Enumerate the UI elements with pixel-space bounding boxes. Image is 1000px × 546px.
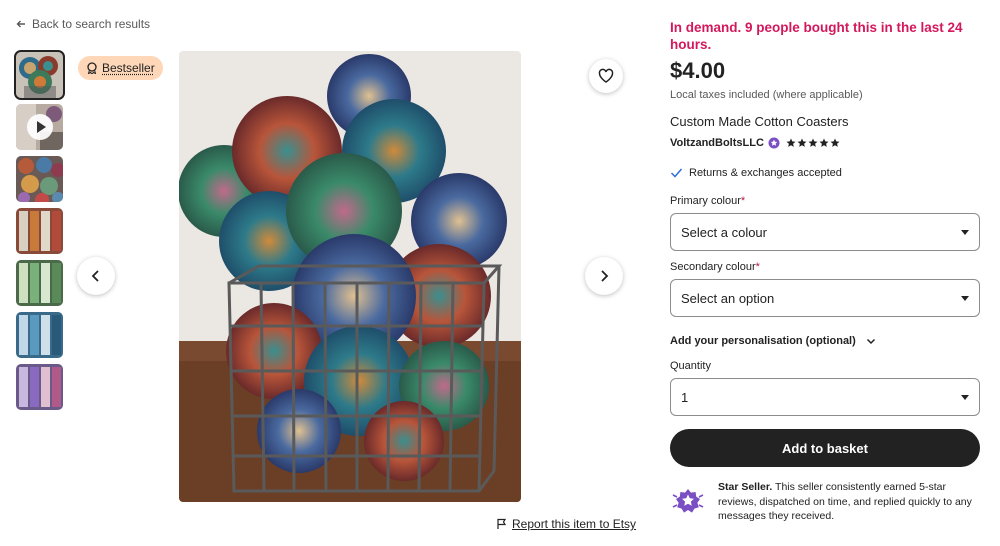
quantity-select[interactable]: 1	[670, 378, 980, 416]
secondary-colour-label-text: Secondary colour	[670, 261, 756, 273]
star-seller-description: Star Seller. This seller consistently ea…	[718, 480, 980, 524]
award-icon	[87, 62, 97, 74]
main-product-image[interactable]	[179, 51, 521, 502]
arrow-left-icon	[16, 20, 25, 28]
required-mark: *	[740, 195, 746, 207]
next-image-button[interactable]	[585, 257, 623, 295]
heart-icon	[598, 68, 614, 83]
primary-colour-label: Primary colour*	[670, 195, 745, 207]
chevron-right-icon	[601, 270, 609, 282]
quantity-label: Quantity	[670, 360, 711, 372]
back-to-search-link[interactable]: Back to search results	[16, 17, 150, 31]
thumbnail-5[interactable]	[16, 260, 63, 306]
star-icon	[819, 138, 829, 147]
caret-down-icon	[961, 295, 969, 301]
add-to-basket-button[interactable]: Add to basket	[670, 429, 980, 467]
required-mark: *	[755, 261, 760, 273]
star-icon	[797, 138, 807, 147]
caret-down-icon	[961, 229, 969, 235]
seller-name-link[interactable]: VoltzandBoltsLLC	[670, 137, 764, 149]
check-icon	[670, 168, 683, 178]
star-seller-title: Star Seller.	[718, 481, 773, 493]
secondary-colour-value: Select an option	[681, 290, 775, 306]
thumbnail-7[interactable]	[16, 364, 63, 410]
product-title: Custom Made Cotton Coasters	[670, 114, 849, 129]
thumbnail-list	[14, 50, 65, 410]
favorite-button[interactable]	[589, 59, 623, 93]
personalisation-label: Add your personalisation (optional)	[670, 335, 856, 347]
demand-notice: In demand. 9 people bought this in the l…	[670, 20, 963, 52]
thumbnail-image	[16, 208, 63, 254]
returns-label: Returns & exchanges accepted	[689, 166, 842, 179]
coasters-in-basket-photo	[179, 51, 521, 502]
price: $4.00	[670, 58, 726, 83]
bestseller-label: Bestseller	[102, 61, 155, 75]
returns-policy: Returns & exchanges accepted	[670, 166, 842, 179]
thumbnail-image	[16, 52, 63, 98]
thumbnail-2-video[interactable]	[16, 104, 63, 150]
thumbnail-4[interactable]	[16, 208, 63, 254]
secondary-colour-select[interactable]: Select an option	[670, 279, 980, 317]
star-icon	[830, 138, 840, 147]
primary-colour-label-text: Primary colour	[670, 195, 741, 207]
thumbnail-image	[16, 312, 63, 358]
primary-colour-select[interactable]: Select a colour	[670, 213, 980, 251]
star-seller-info: Star Seller. This seller consistently ea…	[670, 480, 980, 524]
primary-colour-value: Select a colour	[681, 224, 767, 240]
thumbnail-image	[16, 364, 63, 410]
thumbnail-6[interactable]	[16, 312, 63, 358]
thumbnail-1[interactable]	[14, 50, 65, 100]
thumbnail-image	[16, 260, 63, 306]
star-icon	[786, 138, 796, 147]
chevron-down-icon	[866, 338, 875, 345]
personalisation-toggle[interactable]: Add your personalisation (optional)	[670, 335, 876, 347]
report-item-link[interactable]: Report this item to Etsy	[496, 517, 636, 531]
caret-down-icon	[961, 394, 969, 400]
previous-image-button[interactable]	[77, 257, 115, 295]
seller-row: VoltzandBoltsLLC	[670, 137, 840, 149]
rating-stars[interactable]	[786, 138, 840, 148]
bestseller-badge[interactable]: Bestseller	[78, 56, 163, 80]
thumbnail-3[interactable]	[16, 156, 63, 202]
secondary-colour-label: Secondary colour*	[670, 261, 760, 273]
play-icon	[26, 114, 53, 140]
back-link-label: Back to search results	[32, 17, 151, 31]
star-icon	[808, 138, 818, 147]
thumbnail-image	[16, 156, 63, 202]
tax-note: Local taxes included (where applicable)	[670, 89, 863, 101]
flag-icon	[497, 518, 507, 529]
chevron-left-icon	[91, 270, 99, 282]
report-label: Report this item to Etsy	[512, 517, 637, 531]
star-seller-badge-icon	[768, 137, 780, 149]
star-seller-icon	[672, 489, 704, 513]
quantity-value: 1	[681, 389, 689, 405]
